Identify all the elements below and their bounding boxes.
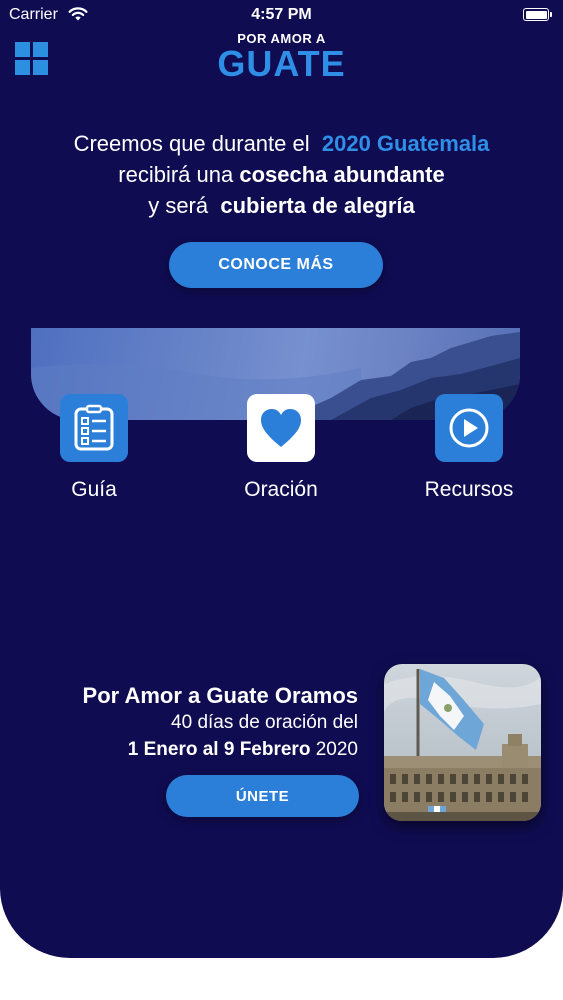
- logo-wordmark: GUATE: [217, 43, 346, 84]
- join-button[interactable]: ÚNETE: [166, 775, 359, 817]
- hero-line-3: y será cubierta de alegría: [0, 190, 563, 221]
- campaign-date-range: 1 Enero al 9 Febrero: [127, 739, 311, 760]
- grid-menu-icon[interactable]: [15, 42, 48, 75]
- hero-line-2-bold: cosecha abundante: [239, 162, 445, 187]
- learn-more-button[interactable]: CONOCE MÁS: [169, 242, 383, 288]
- nav-item-recursos[interactable]: Recursos: [389, 394, 549, 502]
- status-time: 4:57 PM: [251, 6, 312, 23]
- nav-label-guia: Guía: [71, 478, 117, 501]
- hero-line-2: recibirá una cosecha abundante: [0, 159, 563, 190]
- hero-message: Creemos que durante el 2020 Guatemala re…: [0, 128, 563, 221]
- play-icon: [449, 408, 489, 448]
- guide-tile: [60, 394, 128, 462]
- nav-label-recursos: Recursos: [424, 478, 514, 501]
- app-screen: Carrier 4:57 PM POR AMOR A GUATE Creemos…: [0, 0, 563, 958]
- hero-line-1-text: Creemos que durante el: [73, 131, 310, 156]
- nav-item-guia[interactable]: Guía: [14, 394, 174, 502]
- hero-accent: 2020 Guatemala: [321, 131, 490, 156]
- campaign-year: 2020: [315, 739, 358, 760]
- checklist-icon: [74, 404, 114, 451]
- hero-line-1: Creemos que durante el 2020 Guatemala: [0, 128, 563, 159]
- hero-line-2-text: recibirá una: [118, 162, 234, 187]
- app-logo: POR AMOR A GUATE: [200, 32, 363, 84]
- hero-line-3-bold: cubierta de alegría: [220, 193, 415, 218]
- nav-label-oracion: Oración: [244, 478, 318, 501]
- heart-icon: [261, 409, 301, 447]
- campaign-subtitle: 40 días de oración del: [171, 712, 358, 733]
- resources-tile: [435, 394, 503, 462]
- prayer-campaign-card: Por Amor a Guate Oramos 40 días de oraci…: [83, 682, 358, 764]
- campaign-title: Por Amor a Guate Oramos: [82, 683, 358, 708]
- nav-item-oracion[interactable]: Oración: [201, 394, 361, 502]
- campaign-dates: 1 Enero al 9 Febrero 2020: [83, 736, 358, 764]
- guatemala-flag-photo: [384, 664, 541, 821]
- battery-icon: [523, 8, 552, 21]
- main-navigation: Guía Oración Recursos: [0, 394, 563, 514]
- hero-line-3-text: y será: [148, 193, 209, 218]
- prayer-tile: [247, 394, 315, 462]
- status-bar: Carrier 4:57 PM: [0, 0, 563, 30]
